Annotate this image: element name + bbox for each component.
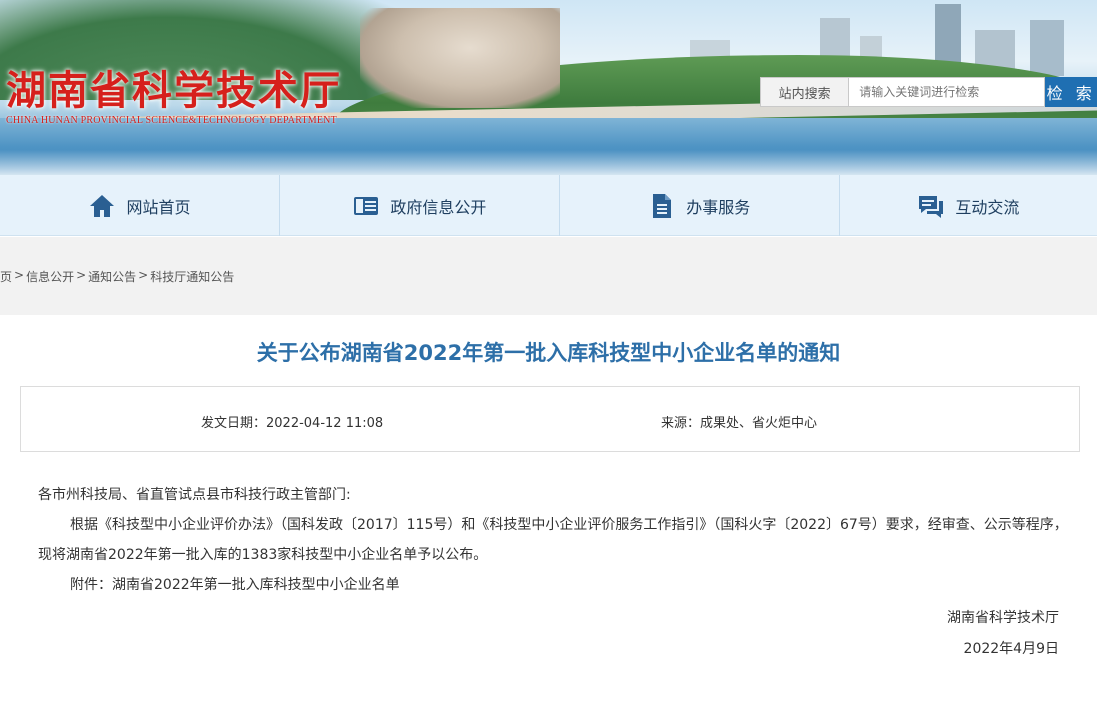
article-signature-block: 湖南省科学技术厅 2022年4月9日 (947, 603, 1059, 665)
nav-item-services[interactable]: 办事服务 (560, 175, 840, 236)
nav-item-label: 政府信息公开 (390, 197, 487, 217)
chat-icon (917, 192, 945, 220)
nav-item-interaction[interactable]: 互动交流 (840, 175, 1097, 236)
banner-statue (360, 8, 560, 108)
search-scope[interactable]: 站内搜索 (760, 77, 850, 107)
article-source: 来源：成果处、省火炬中心 (661, 412, 817, 431)
nav-item-home[interactable]: 网站首页 (0, 175, 280, 236)
nav-item-label: 办事服务 (686, 197, 751, 217)
breadcrumb-separator: > (138, 268, 149, 282)
article-body: 各市州科技局、省直管试点县市科技行政主管部门: 根据《科技型中小企业评价办法》（… (38, 480, 1068, 600)
breadcrumb-item-info[interactable]: 信息公开 (26, 268, 74, 285)
publish-date-label: 发文日期： (201, 416, 267, 431)
breadcrumb: 页 > 信息公开 > 通知公告 > 科技厅通知公告 (0, 268, 234, 285)
header-banner: 湖南省科学技术厅 CHINA HUNAN PROVINCIAL SCIENCE&… (0, 0, 1097, 175)
search-input[interactable] (849, 77, 1046, 107)
breadcrumb-item-notices[interactable]: 通知公告 (88, 268, 136, 285)
attachment-label: 附件： (70, 577, 112, 593)
publish-date: 发文日期：2022-04-12 11:08 (201, 412, 383, 431)
site-logo-subtitle: CHINA HUNAN PROVINCIAL SCIENCE&TECHNOLOG… (6, 115, 337, 126)
article-signature: 湖南省科学技术厅 (947, 610, 1059, 626)
breadcrumb-item-home[interactable]: 页 (0, 268, 12, 285)
article-meta: 发文日期：2022-04-12 11:08 来源：成果处、省火炬中心 (20, 386, 1080, 452)
main-nav: 网站首页 政府信息公开 办事服务 互动交流 (0, 175, 1097, 236)
search-button[interactable]: 检 索 (1045, 77, 1097, 107)
source-label: 来源： (661, 416, 701, 431)
nav-item-label: 网站首页 (126, 197, 191, 217)
site-search: 站内搜索 检 索 (760, 77, 1097, 107)
breadcrumb-item-dept-notices[interactable]: 科技厅通知公告 (150, 268, 234, 285)
document-icon (648, 192, 676, 220)
banner-building (1030, 20, 1064, 76)
attachment-link[interactable]: 湖南省2022年第一批入库科技型中小企业名单 (112, 577, 400, 593)
book-icon (352, 192, 380, 220)
article-sign-date: 2022年4月9日 (963, 641, 1059, 657)
site-logo-title[interactable]: 湖南省科学技术厅 (6, 58, 342, 116)
article-salutation: 各市州科技局、省直管试点县市科技行政主管部门: (38, 487, 351, 503)
breadcrumb-separator: > (14, 268, 25, 282)
source-value: 成果处、省火炬中心 (700, 416, 818, 431)
publish-date-value: 2022-04-12 11:08 (266, 416, 384, 431)
nav-item-label: 互动交流 (955, 197, 1020, 217)
nav-item-gov-info[interactable]: 政府信息公开 (280, 175, 560, 236)
breadcrumb-separator: > (76, 268, 87, 282)
banner-fade (0, 150, 1097, 175)
article-paragraph: 根据《科技型中小企业评价办法》（国科发政〔2017〕115号）和《科技型中小企业… (38, 517, 1068, 563)
home-icon (88, 192, 116, 220)
attachment-line: 附件：湖南省2022年第一批入库科技型中小企业名单 (38, 570, 1068, 600)
article-title: 关于公布湖南省2022年第一批入库科技型中小企业名单的通知 (256, 341, 841, 365)
